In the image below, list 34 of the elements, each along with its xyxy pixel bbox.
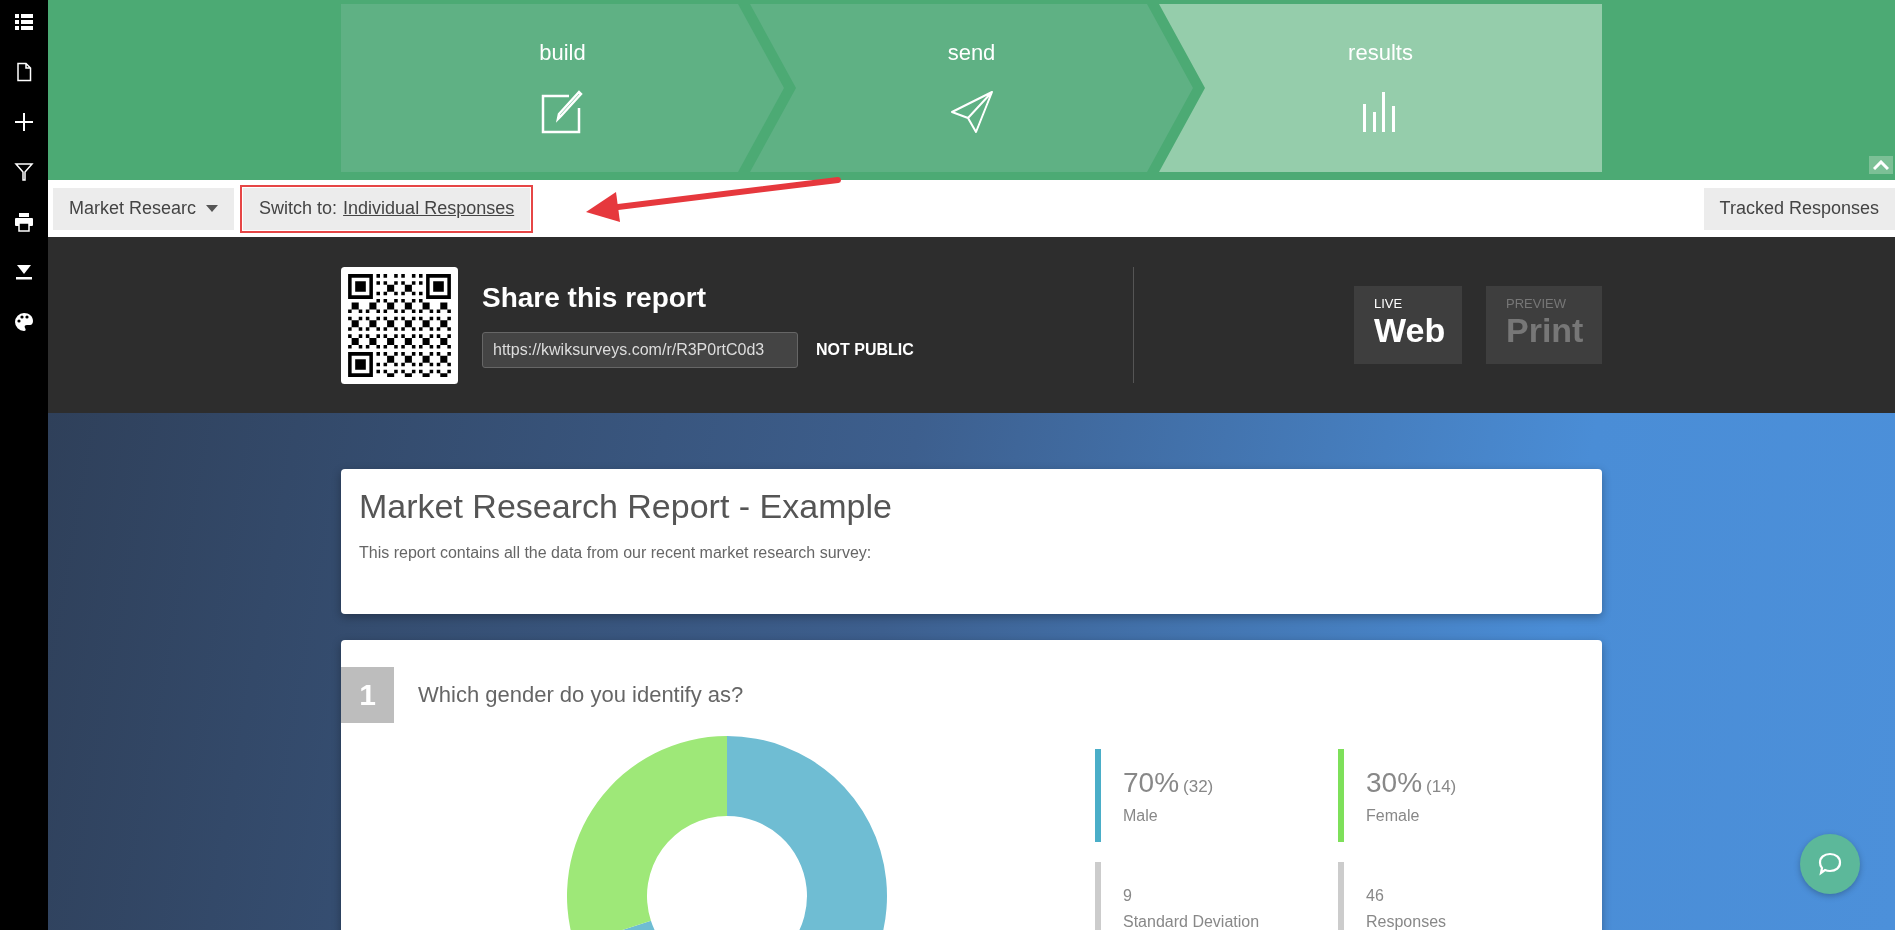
report-title: Market Research Report - Example [359,487,893,526]
question-text: Which gender do you identify as? [418,682,744,708]
plus-icon[interactable] [14,112,34,132]
paper-plane-icon [949,90,994,134]
stat-value: 70% [1123,766,1180,799]
download-icon[interactable] [14,262,34,282]
list-icon[interactable] [14,12,34,32]
url-field[interactable]: https://kwiksurveys.com/r/R3P0rtC0d3 [482,332,798,368]
speech-bubble-icon [1817,851,1843,877]
share-title: Share this report [482,282,708,314]
report-description: This report contains all the data from our recent market research survey: [359,544,873,562]
report-dropdown[interactable]: Market Researc [53,187,235,230]
stat-value: 9 [1123,886,1132,905]
stat-value: 46 [1366,886,1384,905]
switch-label: Switch to: [259,198,338,219]
caret-up-icon [1873,160,1889,170]
stat-count: (32) [1183,776,1214,797]
caret-down-icon [206,205,219,212]
stat-label: Standard Deviation [1123,912,1261,930]
mode-toggle[interactable]: LIVE Web [1354,286,1462,364]
individual-responses-link[interactable]: Individual Responses [343,198,515,219]
edit-icon [540,90,585,134]
stat-label: Female [1366,806,1421,825]
visibility-label: NOT PUBLIC [816,341,914,359]
stat-label: Responses [1366,912,1448,930]
tracked-responses-button[interactable]: Tracked Responses [1703,187,1895,230]
palette-icon[interactable] [14,312,34,332]
stat-count: (14) [1426,776,1457,797]
question-number: 1 [341,667,394,723]
document-icon[interactable] [14,62,34,82]
printer-icon[interactable] [14,212,34,232]
stat-value: 30% [1366,766,1423,799]
filter-icon[interactable] [14,162,34,182]
stat-label: Male [1123,806,1159,825]
